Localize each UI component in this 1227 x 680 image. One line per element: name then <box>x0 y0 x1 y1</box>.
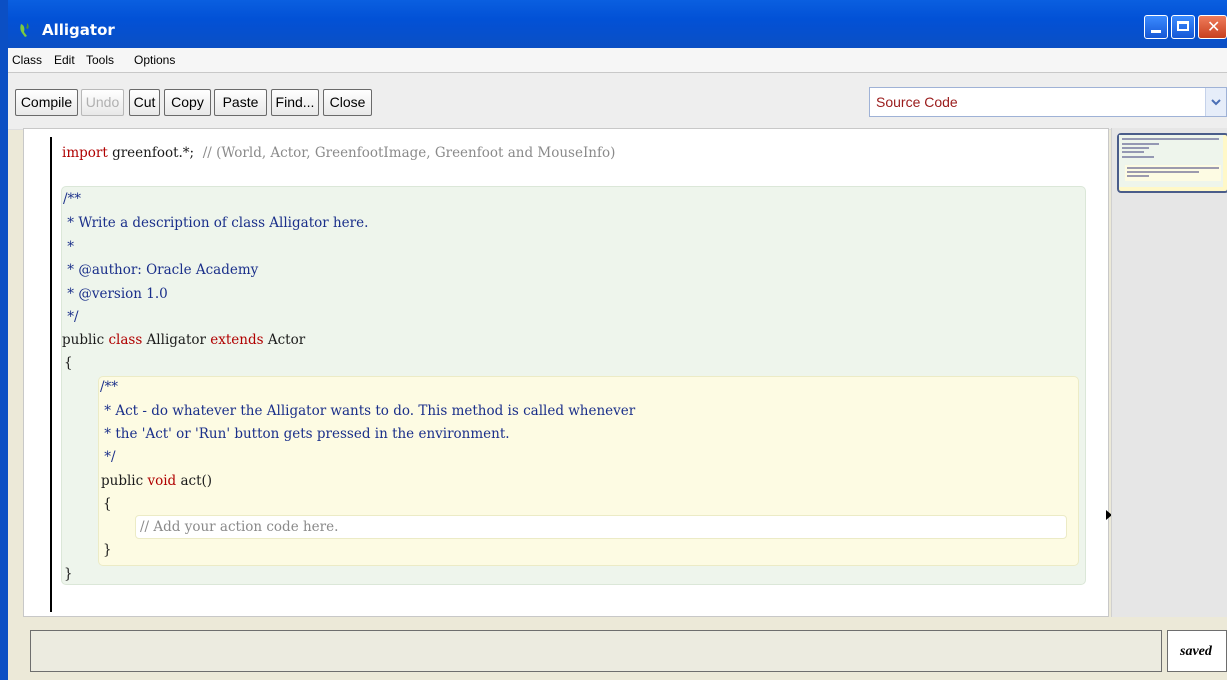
undo-button[interactable]: Undo <box>81 89 124 116</box>
code-overview-icon <box>1119 135 1223 187</box>
code-line: /** <box>63 191 82 207</box>
menu-class[interactable]: Class <box>12 53 42 67</box>
editor-window: Alligator ✕ Class Edit Tools Options Com… <box>8 0 1227 680</box>
code-editor[interactable]: import greenfoot.*; // (World, Actor, Gr… <box>23 128 1109 617</box>
code-line-import: import greenfoot.*; // (World, Actor, Gr… <box>62 145 616 161</box>
maximize-button[interactable] <box>1171 15 1195 39</box>
code-line: * the 'Act' or 'Run' button gets pressed… <box>100 426 510 442</box>
copy-button[interactable]: Copy <box>164 89 211 116</box>
paste-button[interactable]: Paste <box>214 89 267 116</box>
code-line: { <box>103 496 112 512</box>
code-line: * Write a description of class Alligator… <box>63 215 369 231</box>
find-button[interactable]: Find... <box>271 89 319 116</box>
code-line: * @version 1.0 <box>63 286 168 302</box>
chevron-down-icon[interactable] <box>1205 88 1226 116</box>
cut-button[interactable]: Cut <box>129 89 160 116</box>
text-cursor-line <box>50 137 52 612</box>
view-select-value: Source Code <box>876 94 958 110</box>
code-line: * <box>63 239 75 255</box>
code-line: */ <box>100 449 116 465</box>
window-title: Alligator <box>42 21 115 39</box>
code-line-class-decl: public class Alligator extends Actor <box>62 332 306 348</box>
code-line: } <box>64 566 73 582</box>
toolbar: Compile Undo Cut Copy Paste Find... Clos… <box>8 73 1227 130</box>
compile-button[interactable]: Compile <box>15 89 78 116</box>
code-line: { <box>64 355 73 371</box>
desktop-edge <box>0 0 8 680</box>
menu-edit[interactable]: Edit <box>54 53 75 67</box>
close-window-button[interactable]: ✕ <box>1198 15 1227 39</box>
close-button[interactable]: Close <box>323 89 372 116</box>
saved-label: saved <box>1180 644 1212 659</box>
code-line: */ <box>63 309 79 325</box>
navigation-view[interactable] <box>1111 128 1227 617</box>
greenfoot-icon <box>20 23 29 37</box>
menu-tools[interactable]: Tools <box>86 53 114 67</box>
saved-indicator: saved <box>1167 630 1227 672</box>
view-select[interactable]: Source Code <box>869 87 1227 117</box>
menu-options[interactable]: Options <box>134 53 175 67</box>
code-line: // Add your action code here. <box>140 519 339 535</box>
code-line: /** <box>100 379 119 395</box>
status-bar <box>30 630 1162 672</box>
code-line: * @author: Oracle Academy <box>63 262 259 278</box>
title-bar[interactable]: Alligator ✕ <box>8 0 1227 48</box>
code-line: } <box>103 542 112 558</box>
code-line: * Act - do whatever the Alligator wants … <box>100 403 636 419</box>
code-line-method-decl: public void act() <box>101 473 213 489</box>
navigation-thumbnail[interactable] <box>1117 133 1227 193</box>
menu-bar: Class Edit Tools Options <box>8 48 1227 73</box>
minimize-button[interactable] <box>1144 15 1168 39</box>
